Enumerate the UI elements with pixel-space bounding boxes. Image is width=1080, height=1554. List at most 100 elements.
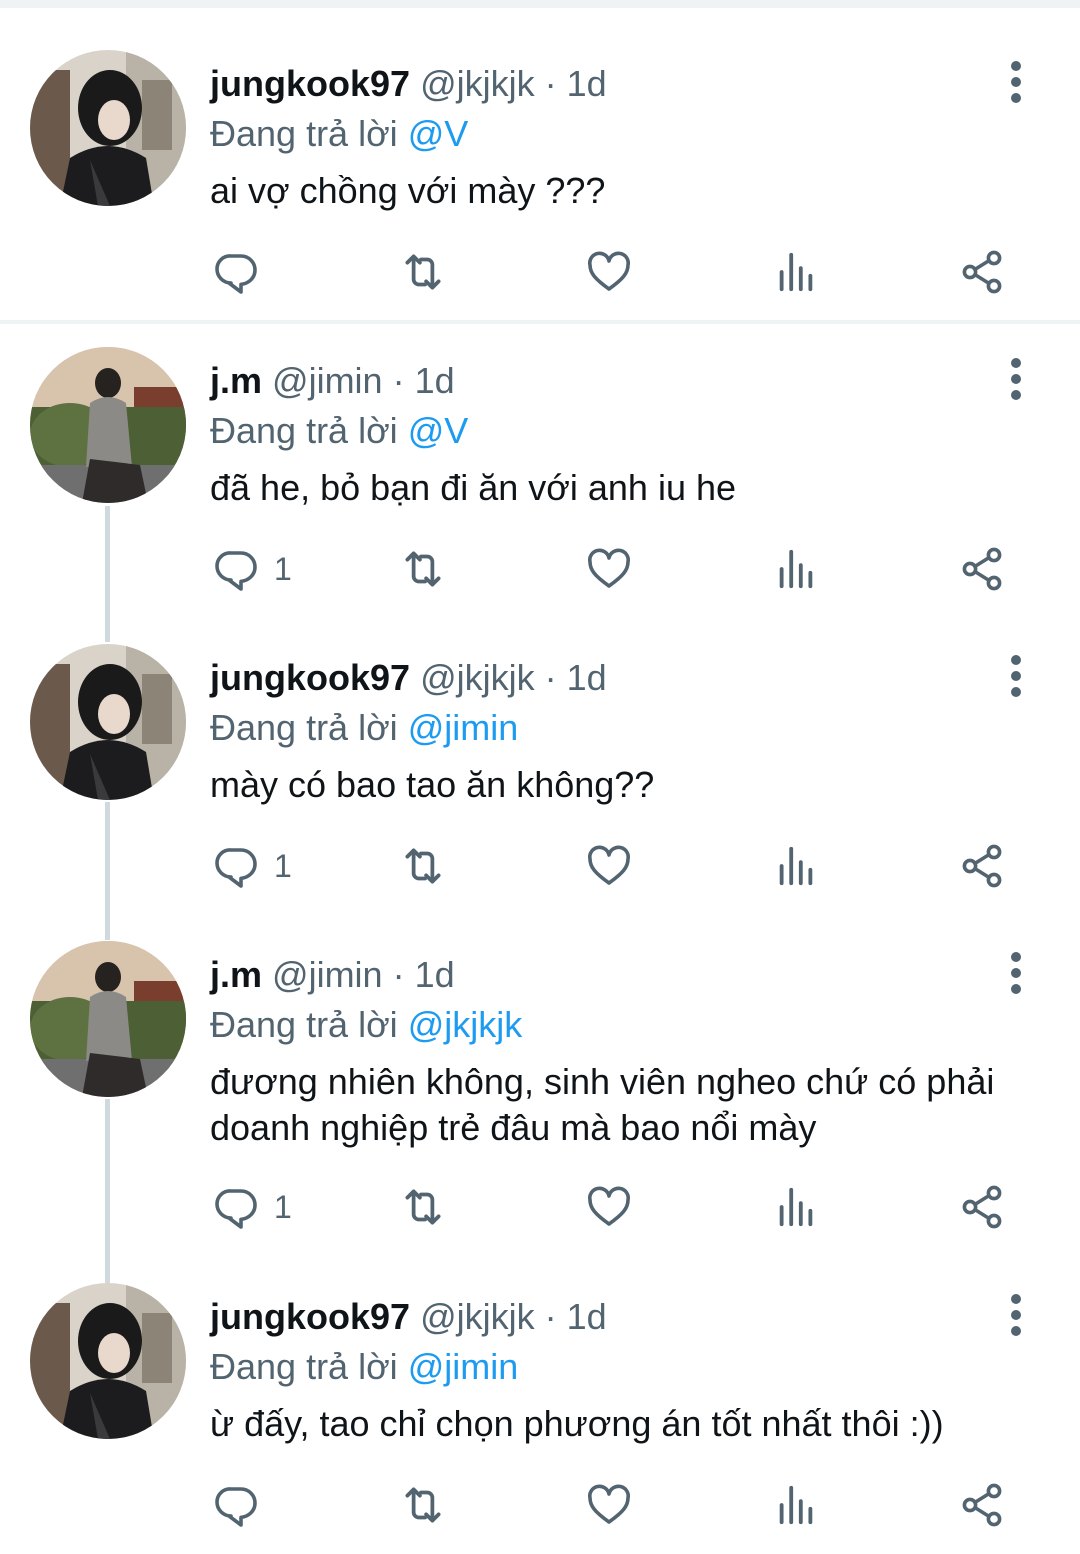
tweet[interactable]: jungkook97 @jkjkjk · 1d Đang trả lời @ji… xyxy=(0,1283,1080,1553)
more-vertical-icon[interactable] xyxy=(996,1293,1036,1337)
replying-to: Đang trả lời @V xyxy=(210,409,468,453)
replying-prefix: Đang trả lời xyxy=(210,410,398,451)
reply-button[interactable] xyxy=(212,242,274,302)
display-name[interactable]: jungkook97 xyxy=(210,1296,410,1337)
reply-button[interactable] xyxy=(212,1475,274,1535)
like-button[interactable] xyxy=(585,539,633,599)
reply-icon xyxy=(212,1183,260,1231)
retweet-button[interactable] xyxy=(398,539,448,599)
views-icon xyxy=(773,1482,819,1528)
heart-icon xyxy=(585,248,633,296)
display-name[interactable]: j.m xyxy=(210,360,262,401)
tweet-text: ai vợ chồng với mày ??? xyxy=(210,170,606,211)
timestamp[interactable]: · 1d xyxy=(545,1296,607,1337)
like-button[interactable] xyxy=(585,836,633,896)
avatar[interactable] xyxy=(30,347,186,503)
handle[interactable]: @jkjkjk xyxy=(420,1296,535,1337)
share-button[interactable] xyxy=(958,1177,1006,1237)
display-name[interactable]: jungkook97 xyxy=(210,657,410,698)
share-icon xyxy=(958,248,1006,296)
mention-link[interactable]: @jkjkjk xyxy=(408,1004,523,1045)
replying-to: Đang trả lời @jkjkjk xyxy=(210,1003,522,1047)
mention-link[interactable]: @jimin xyxy=(408,1346,519,1387)
tweet[interactable]: j.m @jimin · 1d Đang trả lời @V đã he, b… xyxy=(0,347,1080,617)
mention-link[interactable]: @V xyxy=(408,410,469,451)
views-button[interactable] xyxy=(773,1177,819,1237)
share-icon xyxy=(958,1183,1006,1231)
replying-to: Đang trả lời @jimin xyxy=(210,1345,518,1389)
share-button[interactable] xyxy=(958,1475,1006,1535)
share-button[interactable] xyxy=(958,539,1006,599)
retweet-icon xyxy=(398,841,448,891)
reply-button[interactable]: 1 xyxy=(212,836,292,896)
reply-button[interactable]: 1 xyxy=(212,539,292,599)
action-bar: 1 xyxy=(0,539,1080,599)
reply-count: 1 xyxy=(274,1188,292,1225)
avatar[interactable] xyxy=(30,644,186,800)
avatar[interactable] xyxy=(30,941,186,1097)
heart-icon xyxy=(585,842,633,890)
share-icon xyxy=(958,1481,1006,1529)
tweet[interactable]: jungkook97 @jkjkjk · 1d Đang trả lời @ji… xyxy=(0,644,1080,914)
more-vertical-icon[interactable] xyxy=(996,654,1036,698)
replying-prefix: Đang trả lời xyxy=(210,1346,398,1387)
divider xyxy=(0,320,1080,324)
retweet-button[interactable] xyxy=(398,1177,448,1237)
handle[interactable]: @jkjkjk xyxy=(420,657,535,698)
heart-icon xyxy=(585,545,633,593)
views-button[interactable] xyxy=(773,539,819,599)
handle[interactable]: @jimin xyxy=(272,360,383,401)
reply-icon xyxy=(212,545,260,593)
tweet-text-line: doanh nghiệp trẻ đâu mà bao nổi mày xyxy=(210,1107,817,1148)
views-icon xyxy=(773,546,819,592)
tweet-text: ừ đấy, tao chỉ chọn phương án tốt nhất t… xyxy=(210,1403,944,1444)
more-vertical-icon[interactable] xyxy=(996,357,1036,401)
display-name[interactable]: j.m xyxy=(210,954,262,995)
tweet[interactable]: jungkook97 @jkjkjk · 1d Đang trả lời @V … xyxy=(0,50,1080,320)
replying-to: Đang trả lời @jimin xyxy=(210,706,518,750)
tweet[interactable]: j.m @jimin · 1d Đang trả lời @jkjkjk đươ… xyxy=(0,941,1080,1251)
handle[interactable]: @jkjkjk xyxy=(420,63,535,104)
retweet-button[interactable] xyxy=(398,242,448,302)
like-button[interactable] xyxy=(585,1177,633,1237)
reply-icon xyxy=(212,842,260,890)
display-name[interactable]: jungkook97 xyxy=(210,63,410,104)
retweet-button[interactable] xyxy=(398,836,448,896)
retweet-icon xyxy=(398,247,448,297)
tweet-text: đã he, bỏ bạn đi ăn với anh iu he xyxy=(210,467,737,508)
replying-to: Đang trả lời @V xyxy=(210,112,468,156)
reply-button[interactable]: 1 xyxy=(212,1177,292,1237)
tweet-text: đương nhiên không, sinh viên ngheo chứ c… xyxy=(210,1059,1030,1151)
mention-link[interactable]: @V xyxy=(408,113,469,154)
tweet-header: jungkook97 @jkjkjk · 1d xyxy=(210,1295,607,1339)
share-button[interactable] xyxy=(958,242,1006,302)
like-button[interactable] xyxy=(585,1475,633,1535)
views-button[interactable] xyxy=(773,242,819,302)
like-button[interactable] xyxy=(585,242,633,302)
timestamp[interactable]: · 1d xyxy=(393,954,455,995)
tweet-header: j.m @jimin · 1d xyxy=(210,359,455,403)
reply-icon xyxy=(212,248,260,296)
avatar[interactable] xyxy=(30,1283,186,1439)
replying-prefix: Đang trả lời xyxy=(210,707,398,748)
views-button[interactable] xyxy=(773,836,819,896)
tweet-header: jungkook97 @jkjkjk · 1d xyxy=(210,656,607,700)
share-button[interactable] xyxy=(958,836,1006,896)
avatar[interactable] xyxy=(30,50,186,206)
views-icon xyxy=(773,843,819,889)
views-icon xyxy=(773,1184,819,1230)
retweet-button[interactable] xyxy=(398,1475,448,1535)
timestamp[interactable]: · 1d xyxy=(545,657,607,698)
retweet-icon xyxy=(398,1182,448,1232)
more-vertical-icon[interactable] xyxy=(996,60,1036,104)
retweet-icon xyxy=(398,1480,448,1530)
more-vertical-icon[interactable] xyxy=(996,951,1036,995)
action-bar xyxy=(0,1475,1080,1535)
tweet-text-line: đương nhiên không, sinh viên ngheo chứ c… xyxy=(210,1061,995,1102)
timestamp[interactable]: · 1d xyxy=(393,360,455,401)
timestamp[interactable]: · 1d xyxy=(545,63,607,104)
heart-icon xyxy=(585,1481,633,1529)
handle[interactable]: @jimin xyxy=(272,954,383,995)
views-button[interactable] xyxy=(773,1475,819,1535)
mention-link[interactable]: @jimin xyxy=(408,707,519,748)
